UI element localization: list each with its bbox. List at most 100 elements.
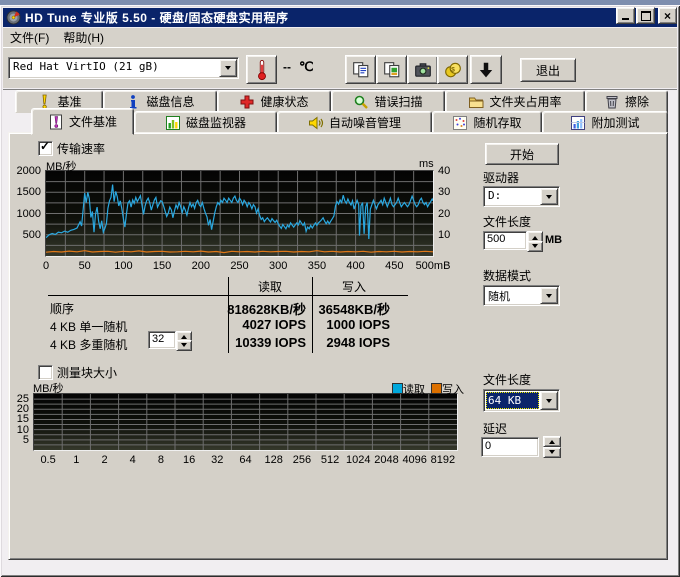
tab-erase[interactable]: 擦除 <box>585 90 668 113</box>
table-header-divider <box>48 295 408 296</box>
thermometer-icon <box>255 59 269 81</box>
purchase-button[interactable]: $ <box>437 55 468 84</box>
data-mode-combo[interactable]: 随机 <box>483 285 560 306</box>
error-scan-icon <box>353 94 369 110</box>
temperature-value: -- <box>283 60 291 74</box>
copy-text-button[interactable] <box>345 55 376 84</box>
block-file-length-value: 64 KB <box>486 392 539 409</box>
file-length-unit: MB <box>545 234 562 246</box>
minimize-button[interactable] <box>616 7 635 24</box>
chevron-down-icon <box>546 399 552 406</box>
menu-help[interactable]: 帮助(H) <box>56 27 111 48</box>
app-icon <box>6 10 21 25</box>
data-mode-dropdown-button[interactable] <box>540 287 558 304</box>
drive-select-value: Red Hat VirtIO (21 gB) <box>13 60 218 73</box>
tab-extra-tests[interactable]: 附加测试 <box>542 111 668 134</box>
tab-file-benchmark[interactable]: 文件基准 <box>31 108 134 135</box>
table-header-read: 读取 <box>230 278 310 295</box>
table-cell-write: 2948 IOPS <box>268 335 390 350</box>
download-arrow-icon <box>477 61 495 79</box>
delay-down-button[interactable] <box>543 447 561 458</box>
tab-disk-monitor[interactable]: 磁盘监视器 <box>134 111 277 134</box>
spin-down-icon <box>549 450 555 457</box>
table-header-write: 写入 <box>314 278 394 295</box>
screenshot-button[interactable] <box>407 55 438 84</box>
folder-usage-icon <box>468 94 484 110</box>
drive-combo-dropdown-button[interactable] <box>540 188 558 205</box>
drive-select-dropdown-button[interactable] <box>219 59 237 77</box>
block-size-chart <box>33 393 458 451</box>
drive-combo[interactable]: D: <box>483 186 560 207</box>
tab-health[interactable]: 健康状态 <box>217 90 331 113</box>
drive-combo-value: D: <box>488 189 539 202</box>
legend-read-swatch <box>392 383 403 394</box>
block-size-checkbox-label: 测量块大小 <box>57 364 117 381</box>
file-length-spinner[interactable]: 500 <box>483 231 527 250</box>
drive-label: 驱动器 <box>483 169 519 186</box>
file-benchmark-icon <box>48 114 64 130</box>
minimize-icon <box>622 18 629 20</box>
random-access-icon <box>452 115 468 131</box>
toolbar: Red Hat VirtIO (21 gB) -- ℃ <box>3 48 677 88</box>
block-file-length-combo[interactable]: 64 KB <box>483 389 560 412</box>
block-file-length-dropdown-button[interactable] <box>540 391 558 410</box>
chevron-down-icon <box>546 294 552 301</box>
save-results-button[interactable] <box>470 55 502 84</box>
table-cell-write: 1000 IOPS <box>268 317 390 332</box>
file-length-label: 文件长度 <box>483 213 531 230</box>
chart1-y2-axis-label: ms <box>419 158 434 170</box>
close-button[interactable]: × <box>658 7 677 24</box>
legend-write-label: 写入 <box>442 381 464 397</box>
delay-label: 延迟 <box>483 420 507 437</box>
spin-down-icon <box>532 244 538 251</box>
spin-up-icon <box>532 233 538 240</box>
extra-tests-icon <box>570 115 586 131</box>
data-mode-value: 随机 <box>488 288 539 304</box>
spin-up-icon <box>549 437 555 444</box>
hd-tune-window: HD Tune 专业版 5.50 - 硬盘/固态硬盘实用程序 × 文件(F) 帮… <box>0 0 680 577</box>
camera-icon <box>414 61 432 79</box>
chevron-down-icon <box>225 66 231 73</box>
tab-folder-usage[interactable]: 文件夹占用率 <box>445 90 585 113</box>
delay-input[interactable]: 0 <box>481 437 539 457</box>
start-button[interactable]: 开始 <box>485 143 559 165</box>
disk-monitor-icon <box>165 115 181 131</box>
transfer-rate-chart <box>45 170 434 257</box>
window-title: HD Tune 专业版 5.50 - 硬盘/固态硬盘实用程序 <box>25 9 288 26</box>
table-row-label: 顺序 <box>50 300 74 317</box>
transfer-rate-checkbox-label: 传输速率 <box>57 140 105 157</box>
title-bar[interactable]: HD Tune 专业版 5.50 - 硬盘/固态硬盘实用程序 <box>3 8 677 27</box>
copy-image-button[interactable] <box>376 55 407 84</box>
aam-speaker-icon <box>308 115 324 131</box>
delay-up-button[interactable] <box>543 436 561 447</box>
maximize-button[interactable] <box>636 7 655 24</box>
transfer-rate-checkbox[interactable] <box>38 141 53 156</box>
table-row-label: 4 KB 单一随机 <box>50 318 127 335</box>
queue-depth-spinner[interactable]: 32 <box>148 331 176 349</box>
temperature-button[interactable] <box>246 55 277 84</box>
erase-icon <box>604 94 620 110</box>
block-size-checkbox[interactable] <box>38 365 53 380</box>
drive-select-combo[interactable]: Red Hat VirtIO (21 gB) <box>8 57 239 79</box>
temperature-unit: ℃ <box>299 59 314 75</box>
menu-bar: 文件(F) 帮助(H) <box>3 28 677 48</box>
chart1-y-axis-label: MB/秒 <box>46 158 77 174</box>
legend-read-label: 读取 <box>403 381 425 397</box>
tab-random-access[interactable]: 随机存取 <box>432 111 542 134</box>
exit-button[interactable]: 退出 <box>520 58 576 82</box>
health-icon <box>239 94 255 110</box>
tab-error-scan[interactable]: 错误扫描 <box>331 90 445 113</box>
copy-image-icon <box>383 61 401 79</box>
copy-text-icon <box>352 61 370 79</box>
coins-icon: $ <box>444 61 462 79</box>
maximize-icon <box>641 11 651 21</box>
chart2-y-axis-label: MB/秒 <box>33 380 64 396</box>
close-icon: × <box>664 11 671 21</box>
tab-aam[interactable]: 自动噪音管理 <box>277 111 432 134</box>
file-length-down-button[interactable] <box>527 241 543 252</box>
svg-text:$: $ <box>451 66 455 73</box>
block-file-length-label: 文件长度 <box>483 371 531 388</box>
data-mode-label: 数据模式 <box>483 267 531 284</box>
menu-file[interactable]: 文件(F) <box>3 27 56 48</box>
table-row-label: 4 KB 多重随机 <box>50 336 127 353</box>
